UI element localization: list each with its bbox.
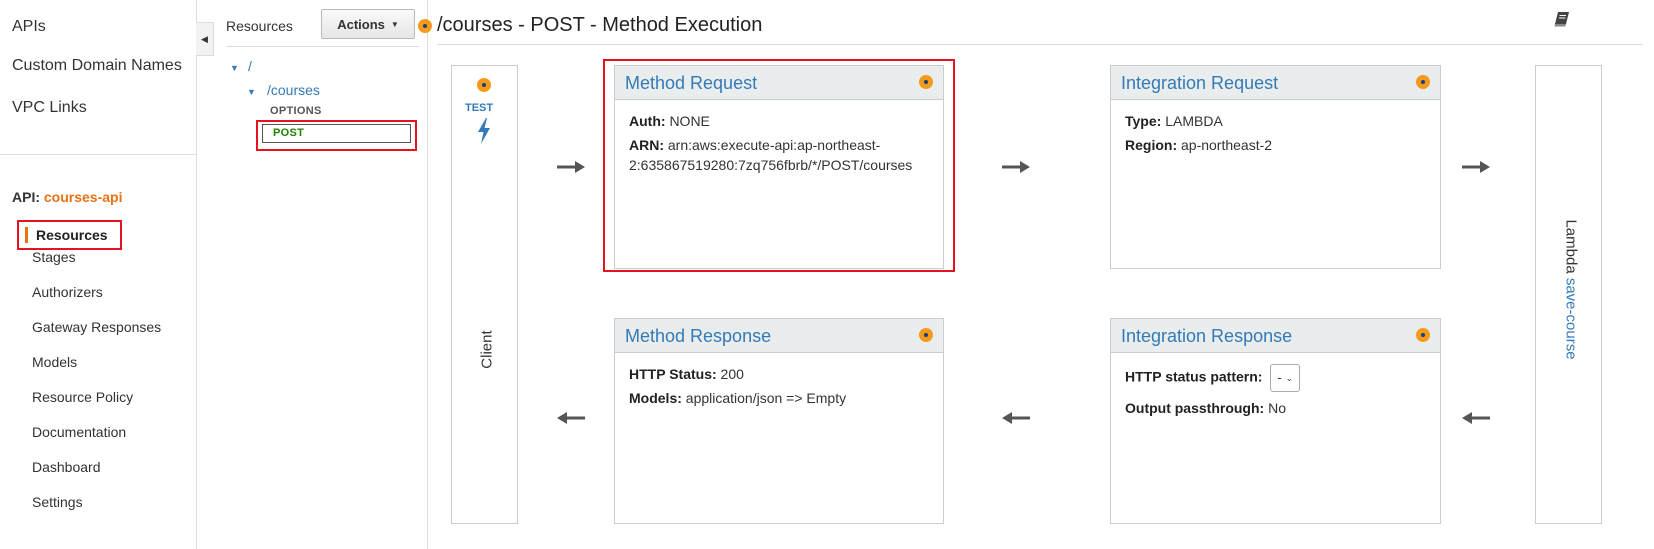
method-request-card: Method Request Auth: NONE ARN: arn:aws:e…	[614, 65, 944, 269]
nav-item-resources-label: Resources	[36, 227, 108, 243]
client-panel: TEST Client	[451, 65, 518, 524]
nav-item-authorizers[interactable]: Authorizers	[32, 284, 103, 300]
info-dot-icon[interactable]	[1416, 328, 1430, 342]
api-label: API: courses-api	[12, 189, 122, 205]
nav-item-custom-domain-names[interactable]: Custom Domain Names	[12, 57, 182, 75]
arrow-left-icon	[1002, 412, 1030, 424]
method-response-header: Method Response	[615, 319, 943, 353]
arrow-left-icon	[1462, 412, 1490, 424]
lambda-label: Lambda save-course	[1563, 215, 1580, 365]
status-pattern-label: HTTP status pattern:	[1125, 368, 1263, 385]
nav-item-apis[interactable]: APIs	[12, 18, 46, 36]
output-passthrough-value: No	[1268, 400, 1286, 416]
integration-response-header: Integration Response	[1111, 319, 1440, 353]
collapse-nav-button[interactable]: ◀	[196, 22, 214, 56]
lambda-prefix: Lambda	[1562, 219, 1580, 274]
resources-panel: Resources Actions ▼	[214, 0, 428, 549]
active-indicator	[25, 227, 28, 243]
nav-divider	[0, 154, 196, 155]
expand-arrow-icon[interactable]: ▼	[247, 87, 256, 97]
region-row: Region: ap-northeast-2	[1125, 135, 1426, 155]
test-link[interactable]: TEST	[465, 102, 493, 114]
nav-item-resources[interactable]: Resources	[17, 220, 122, 250]
arn-row: ARN: arn:aws:execute-api:ap-northeast- 2…	[629, 135, 929, 175]
page-title: /courses - POST - Method Execution	[437, 14, 763, 36]
tree-item-courses[interactable]: /courses	[267, 82, 320, 98]
arrow-right-icon	[1462, 161, 1490, 173]
integration-request-card: Integration Request Type: LAMBDA Region:…	[1110, 65, 1441, 269]
tree-method-post[interactable]: POST	[273, 127, 304, 139]
http-status-value: 200	[720, 366, 744, 382]
nav-item-gateway-responses[interactable]: Gateway Responses	[32, 319, 161, 335]
info-dot-icon[interactable]	[477, 78, 491, 92]
http-status-row: HTTP Status: 200	[629, 364, 929, 384]
arrow-right-icon	[1002, 161, 1030, 173]
arn-label: ARN:	[629, 137, 664, 153]
resources-panel-title: Resources	[226, 18, 293, 34]
tree-item-root[interactable]: /	[248, 58, 252, 74]
auth-label: Auth:	[629, 113, 666, 129]
method-response-card: Method Response HTTP Status: 200 Models:…	[614, 318, 944, 524]
client-label: Client	[478, 330, 496, 369]
status-pattern-select[interactable]: - ⌄	[1270, 364, 1301, 392]
type-row: Type: LAMBDA	[1125, 111, 1426, 131]
lightning-bolt-icon[interactable]	[476, 118, 492, 144]
chevron-down-icon: ⌄	[1285, 373, 1294, 383]
api-name[interactable]: courses-api	[44, 189, 123, 205]
integration-request-body: Type: LAMBDA Region: ap-northeast-2	[1111, 100, 1440, 170]
tree-method-options[interactable]: OPTIONS	[270, 105, 322, 117]
actions-button-label: Actions	[337, 16, 385, 32]
integration-response-body: HTTP status pattern: - ⌄ Output passthro…	[1111, 353, 1440, 433]
arn-value-line2: 2:635867519280:7zq756fbrb/*/POST/courses	[629, 157, 913, 173]
info-dot-icon[interactable]	[418, 19, 432, 33]
nav-item-models[interactable]: Models	[32, 354, 77, 370]
region-value: ap-northeast-2	[1181, 137, 1273, 153]
expand-arrow-icon[interactable]: ▼	[230, 63, 239, 73]
auth-row: Auth: NONE	[629, 111, 929, 131]
lambda-function-link[interactable]: save-course	[1563, 278, 1580, 360]
info-dot-icon[interactable]	[1416, 75, 1430, 89]
integration-response-title[interactable]: Integration Response	[1121, 326, 1292, 347]
arn-value-line1: arn:aws:execute-api:ap-northeast-	[667, 137, 881, 153]
models-row: Models: application/json => Empty	[629, 388, 929, 408]
actions-button[interactable]: Actions ▼	[321, 9, 415, 39]
http-status-label: HTTP Status:	[629, 366, 717, 382]
left-navigation: APIs Custom Domain Names VPC Links API: …	[0, 0, 197, 549]
nav-item-settings[interactable]: Settings	[32, 494, 83, 510]
nav-item-vpc-links[interactable]: VPC Links	[12, 99, 87, 117]
integration-request-title[interactable]: Integration Request	[1121, 73, 1278, 94]
status-pattern-row: HTTP status pattern: - ⌄	[1125, 364, 1426, 392]
method-request-title[interactable]: Method Request	[625, 73, 757, 94]
arrow-right-icon	[557, 161, 585, 173]
title-divider	[437, 44, 1643, 45]
integration-request-header: Integration Request	[1111, 66, 1440, 100]
nav-item-documentation[interactable]: Documentation	[32, 424, 126, 440]
method-response-title[interactable]: Method Response	[625, 326, 771, 347]
chevron-left-icon: ◀	[201, 33, 208, 44]
method-response-body: HTTP Status: 200 Models: application/jso…	[615, 353, 943, 423]
type-value: LAMBDA	[1165, 113, 1223, 129]
models-value: application/json => Empty	[685, 390, 847, 406]
integration-response-card: Integration Response HTTP status pattern…	[1110, 318, 1441, 524]
lambda-panel: Lambda save-course	[1535, 65, 1602, 524]
auth-value: NONE	[669, 113, 710, 129]
region-label: Region:	[1125, 137, 1178, 153]
info-dot-icon[interactable]	[919, 328, 933, 342]
nav-item-dashboard[interactable]: Dashboard	[32, 459, 101, 475]
method-request-body: Auth: NONE ARN: arn:aws:execute-api:ap-n…	[615, 100, 943, 190]
api-prefix: API:	[12, 189, 40, 205]
nav-item-stages[interactable]: Stages	[32, 249, 76, 265]
info-dot-icon[interactable]	[919, 75, 933, 89]
arrow-left-icon	[557, 412, 585, 424]
status-pattern-value: -	[1277, 370, 1282, 385]
models-label: Models:	[629, 390, 682, 406]
caret-down-icon: ▼	[390, 19, 399, 29]
nav-item-resource-policy[interactable]: Resource Policy	[32, 389, 133, 405]
method-request-header: Method Request	[615, 66, 943, 100]
resources-divider	[226, 46, 419, 47]
output-passthrough-row: Output passthrough: No	[1125, 398, 1426, 418]
output-passthrough-label: Output passthrough:	[1125, 400, 1265, 416]
type-label: Type:	[1125, 113, 1162, 129]
book-icon[interactable]	[1553, 10, 1571, 28]
